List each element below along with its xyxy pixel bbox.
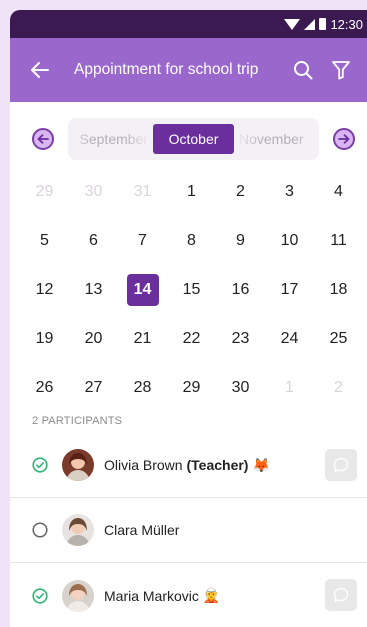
participant-list: Olivia Brown (Teacher) 🦊 Clara Müller Ma…	[10, 433, 367, 627]
unchecked-circle-icon	[32, 522, 48, 538]
calendar-day[interactable]: 8	[167, 225, 216, 257]
selected-day-label: 14	[126, 273, 159, 306]
status-bar: 12:30	[10, 10, 367, 38]
month-current-label[interactable]: October	[152, 124, 235, 154]
calendar-day[interactable]: 22	[167, 323, 216, 355]
calendar-day-selected[interactable]: 14	[118, 273, 167, 306]
calendar-day[interactable]: 17	[265, 274, 314, 306]
chat-button[interactable]	[325, 449, 357, 481]
month-previous-label[interactable]: September	[68, 131, 148, 147]
calendar-day[interactable]: 1	[167, 176, 216, 208]
elf-emoji-icon: 🧝	[202, 587, 221, 603]
check-circle-icon	[32, 457, 48, 473]
check-circle-icon	[32, 587, 48, 604]
calendar-week-row: 29 30 31 1 2 3 4	[20, 167, 367, 216]
wifi-icon	[284, 18, 301, 30]
calendar-day[interactable]: 20	[69, 323, 118, 355]
calendar-day[interactable]: 15	[167, 274, 216, 306]
calendar-day[interactable]: 1	[265, 372, 314, 404]
arrow-left-icon	[37, 134, 49, 144]
month-next-label[interactable]: November	[239, 131, 319, 147]
calendar-day[interactable]: 31	[118, 176, 167, 208]
search-icon	[294, 61, 313, 80]
next-month-button[interactable]	[333, 128, 355, 150]
calendar-day[interactable]: 7	[118, 225, 167, 257]
calendar-day[interactable]: 12	[20, 274, 69, 306]
participants-count-label: 2 PARTICIPANTS	[32, 415, 123, 427]
calendar-day[interactable]: 28	[118, 372, 167, 404]
month-selector: September October November	[10, 118, 367, 160]
avatar	[62, 449, 94, 481]
filter-icon	[332, 61, 350, 80]
calendar-day[interactable]: 18	[314, 274, 363, 306]
calendar-day[interactable]: 19	[20, 323, 69, 355]
signal-icon	[304, 18, 316, 30]
calendar-day[interactable]: 30	[216, 372, 265, 404]
app-bar: Appointment for school trip	[10, 38, 367, 102]
search-button[interactable]	[289, 56, 317, 84]
calendar-day[interactable]: 27	[69, 372, 118, 404]
chat-bubble-icon	[333, 587, 349, 603]
avatar	[62, 579, 94, 612]
phone-screen: 12:30 Appointment for school trip Septem…	[10, 10, 367, 627]
calendar-grid: 29 30 31 1 2 3 4 5 6 7 8 9 10 11 12 13 14 15 16 17 18 19 20 21 2…	[10, 167, 367, 412]
calendar-week-row: 26 27 28 29 30 1 2	[20, 363, 367, 412]
participant-row[interactable]: Maria Markovic 🧝	[10, 563, 367, 627]
calendar-week-row: 5 6 7 8 9 10 11	[20, 216, 367, 265]
calendar-day[interactable]: 2	[216, 176, 265, 208]
calendar-day[interactable]: 23	[216, 323, 265, 355]
calendar-day[interactable]: 29	[20, 176, 69, 208]
calendar-day[interactable]: 9	[216, 225, 265, 257]
avatar	[62, 514, 94, 546]
arrow-left-icon	[31, 62, 49, 78]
calendar-day[interactable]: 3	[265, 176, 314, 208]
status-time: 12:30	[330, 16, 363, 32]
participant-name: Olivia Brown	[104, 457, 183, 473]
participant-row[interactable]: Olivia Brown (Teacher) 🦊	[10, 433, 367, 498]
calendar-day[interactable]: 13	[69, 274, 118, 306]
calendar-day[interactable]: 25	[314, 323, 363, 355]
fox-emoji-icon: 🦊	[252, 456, 270, 473]
calendar-day[interactable]: 10	[265, 225, 314, 257]
previous-month-button[interactable]	[32, 128, 54, 150]
calendar-day[interactable]: 26	[20, 372, 69, 404]
participant-name: Clara Müller	[104, 522, 180, 538]
calendar-day[interactable]: 11	[314, 225, 363, 257]
participant-name-group: Olivia Brown (Teacher)	[104, 457, 248, 473]
calendar-day[interactable]: 29	[167, 372, 216, 404]
participant-name: Maria Markovic	[104, 587, 199, 604]
month-track: September October November	[68, 118, 319, 160]
battery-icon	[319, 18, 327, 30]
calendar-day[interactable]: 2	[314, 372, 363, 404]
calendar-day[interactable]: 4	[314, 176, 363, 208]
calendar-day[interactable]: 30	[69, 176, 118, 208]
calendar-day[interactable]: 5	[20, 225, 69, 257]
chat-button[interactable]	[325, 579, 357, 611]
back-button[interactable]	[28, 58, 52, 82]
chat-bubble-icon	[333, 457, 349, 473]
calendar-day[interactable]: 6	[69, 225, 118, 257]
calendar-week-row: 19 20 21 22 23 24 25	[20, 314, 367, 363]
calendar-day[interactable]: 21	[118, 323, 167, 355]
calendar-day[interactable]: 24	[265, 323, 314, 355]
filter-button[interactable]	[327, 56, 355, 84]
page-title: Appointment for school trip	[74, 61, 259, 78]
participant-row[interactable]: Clara Müller	[10, 498, 367, 563]
calendar-day[interactable]: 16	[216, 274, 265, 306]
calendar-week-row: 12 13 14 15 16 17 18	[20, 265, 367, 314]
arrow-right-icon	[338, 134, 350, 144]
participant-role: (Teacher)	[186, 457, 249, 473]
